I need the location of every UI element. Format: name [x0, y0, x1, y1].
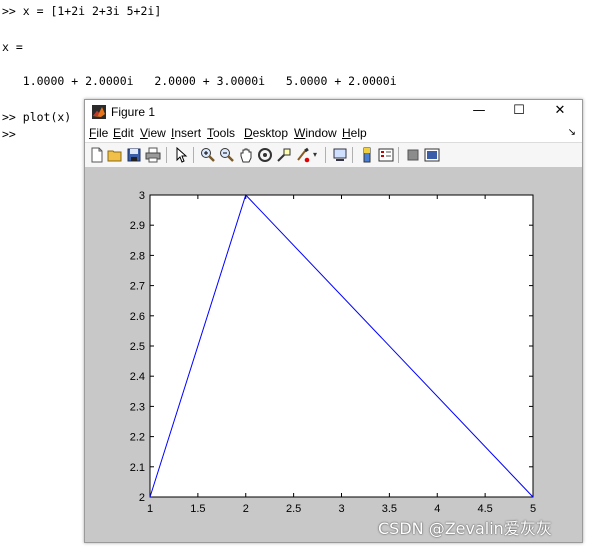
open-file-icon[interactable] — [107, 147, 123, 163]
menu-view[interactable]: View — [140, 126, 166, 140]
zoom-out-icon[interactable] — [219, 147, 235, 163]
figure-toolbar: ▾ — [85, 142, 582, 168]
minimize-button[interactable]: — — [459, 100, 499, 124]
y-tick-label: 3 — [139, 190, 145, 202]
figure-menubar: File Edit View Insert Tools Desktop Wind… — [85, 124, 582, 142]
x-tick-label: 2 — [243, 503, 249, 515]
save-icon[interactable] — [126, 147, 142, 163]
maximize-button[interactable]: ☐ — [499, 100, 539, 124]
command-line-input: >> x = [1+2i 2+3i 5+2i] — [2, 4, 162, 18]
colorbar-icon[interactable] — [359, 147, 375, 163]
toolbar-separator — [166, 147, 167, 163]
toolbar-separator — [193, 147, 194, 163]
figure-canvas[interactable]: 1 1.5 2 2.5 3 3.5 4 4.5 5 2 2.1 2.2 2.3 2.4 2.5 2.6 2.7 2… — [85, 167, 582, 542]
figure-window[interactable]: Figure 1 — ☐ ✕ File Edit View Insert Too… — [84, 99, 583, 543]
menu-help[interactable]: Help — [342, 126, 367, 140]
menu-desktop[interactable]: Desktop — [244, 126, 288, 140]
y-tick-label: 2.8 — [130, 250, 145, 262]
y-tick-label: 2.5 — [130, 341, 145, 353]
figure-titlebar[interactable]: Figure 1 — ☐ ✕ — [85, 100, 582, 124]
x-tick-label: 3.5 — [382, 503, 397, 515]
data-cursor-icon[interactable] — [276, 147, 292, 163]
toolbar-separator — [352, 147, 353, 163]
y-tick-label: 2.2 — [130, 432, 145, 444]
menu-window[interactable]: Window — [294, 126, 337, 140]
new-figure-icon[interactable] — [89, 147, 105, 163]
dock-figure-icon[interactable]: ↘ — [568, 127, 576, 138]
hide-plot-tools-icon[interactable] — [405, 147, 421, 163]
command-line-plot: >> plot(x) — [2, 110, 72, 124]
menu-file[interactable]: File — [89, 126, 108, 140]
y-tick-label: 2.4 — [130, 371, 145, 383]
figure-title: Figure 1 — [111, 105, 156, 119]
close-button[interactable]: ✕ — [540, 100, 580, 124]
toolbar-separator — [398, 147, 399, 163]
menu-insert[interactable]: Insert — [171, 126, 201, 140]
chevron-down-icon[interactable]: ▾ — [311, 147, 319, 163]
x-tick-label: 4 — [434, 503, 440, 515]
x-tick-label: 4.5 — [477, 503, 492, 515]
menu-tools[interactable]: Tools — [207, 126, 235, 140]
x-tick-label: 2.5 — [286, 503, 301, 515]
legend-icon[interactable] — [378, 147, 394, 163]
x-tick-label: 1 — [147, 503, 153, 515]
zoom-in-icon[interactable] — [200, 147, 216, 163]
watermark-text: CSDN @Zevalin爱灰灰 — [378, 519, 552, 538]
matlab-logo-icon — [92, 105, 106, 119]
y-tick-label: 2.3 — [130, 401, 145, 413]
command-prompt[interactable]: >> — [2, 127, 16, 141]
pointer-icon[interactable] — [173, 147, 189, 163]
output-variable-name: x = — [2, 40, 23, 54]
line-plot[interactable]: 1 1.5 2 2.5 3 3.5 4 4.5 5 2 2.1 2.2 2.3 2.4 2.5 2.6 2.7 2… — [85, 167, 582, 542]
rotate-3d-icon[interactable] — [257, 147, 273, 163]
toolbar-separator — [325, 147, 326, 163]
y-tick-label: 2.6 — [130, 311, 145, 323]
y-tick-label: 2 — [139, 492, 145, 504]
print-icon[interactable] — [145, 147, 161, 163]
x-tick-label: 5 — [530, 503, 536, 515]
y-tick-label: 2.9 — [130, 220, 145, 232]
menu-edit[interactable]: Edit — [113, 126, 134, 140]
x-tick-label: 1.5 — [190, 503, 205, 515]
pan-icon[interactable] — [238, 147, 254, 163]
y-tick-label: 2.1 — [130, 462, 145, 474]
brush-icon[interactable] — [295, 147, 311, 163]
show-plot-tools-icon[interactable] — [424, 147, 440, 163]
y-tick-label: 2.7 — [130, 281, 145, 293]
link-plot-icon[interactable] — [332, 147, 348, 163]
output-values: 1.0000 + 2.0000i 2.0000 + 3.0000i 5.0000… — [2, 74, 397, 88]
x-tick-label: 3 — [338, 503, 344, 515]
axes-area[interactable] — [149, 194, 534, 498]
